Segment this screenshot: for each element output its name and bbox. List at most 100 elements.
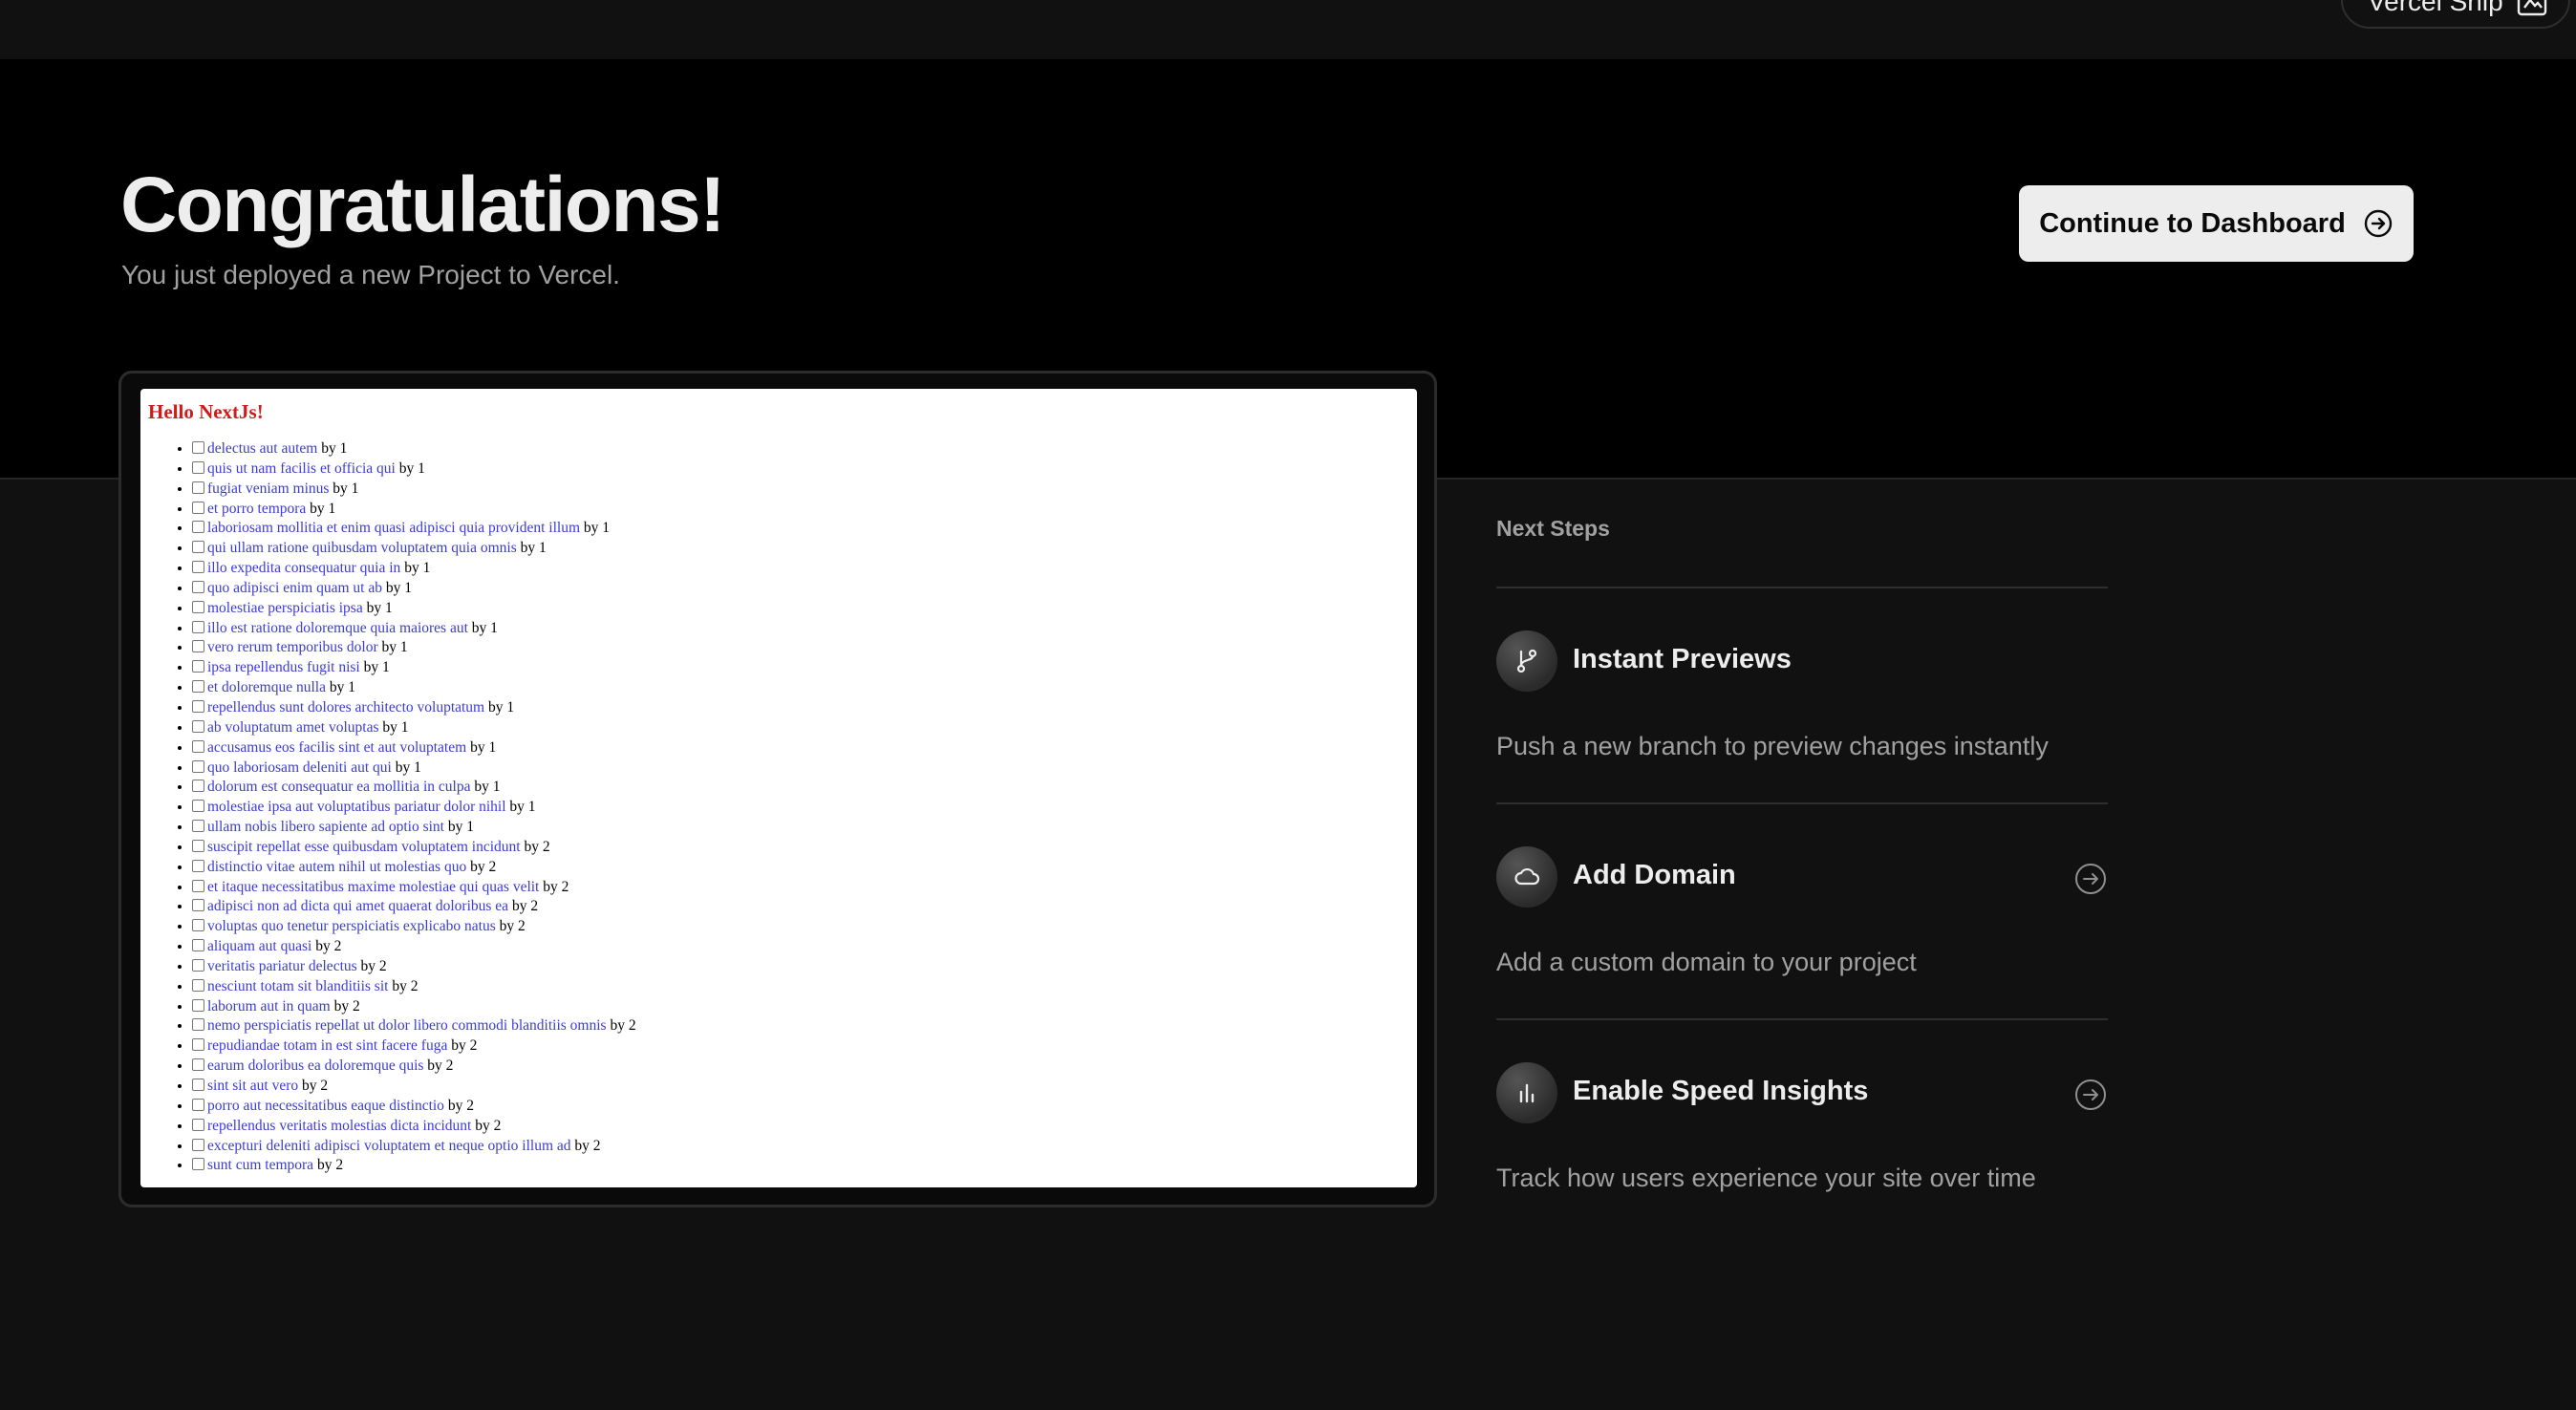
preview-item-link[interactable]: earum doloribus ea doloremque quis <box>207 1058 423 1074</box>
preview-checkbox[interactable] <box>192 460 204 474</box>
preview-checkbox[interactable] <box>192 739 204 753</box>
preview-list-item: suscipit repellat esse quibusdam volupta… <box>192 838 1407 858</box>
preview-item-link[interactable]: nemo perspiciatis repellat ut dolor libe… <box>207 1017 607 1034</box>
preview-item-link[interactable]: illo est ratione doloremque quia maiores… <box>207 620 468 636</box>
continue-to-dashboard-button[interactable]: Continue to Dashboard <box>2019 185 2414 262</box>
preview-item-link[interactable]: molestiae perspiciatis ipsa <box>207 600 363 616</box>
preview-checkbox[interactable] <box>192 939 204 952</box>
preview-item-link[interactable]: excepturi deleniti adipisci voluptatem e… <box>207 1138 571 1154</box>
preview-checkbox[interactable] <box>192 541 204 554</box>
preview-checkbox[interactable] <box>192 441 204 454</box>
preview-checkbox[interactable] <box>192 859 204 872</box>
preview-checkbox[interactable] <box>192 978 204 992</box>
preview-item-link[interactable]: dolorum est consequatur ea mollitia in c… <box>207 779 470 795</box>
preview-item-link[interactable]: ullam nobis libero sapiente ad optio sin… <box>207 819 444 835</box>
preview-checkbox[interactable] <box>192 958 204 972</box>
vercel-ship-label: Vercel Ship <box>2368 0 2503 16</box>
preview-item-link[interactable]: suscipit repellat esse quibusdam volupta… <box>207 839 521 855</box>
preview-checkbox[interactable] <box>192 1018 204 1032</box>
preview-checkbox[interactable] <box>192 879 204 892</box>
preview-item-author: by 1 <box>470 738 497 756</box>
preview-list-item: sunt cum tempora by 2 <box>192 1156 1407 1176</box>
preview-item-author: by 1 <box>363 659 390 676</box>
preview-checkbox[interactable] <box>192 919 204 932</box>
preview-item-author: by 2 <box>610 1017 636 1035</box>
preview-checkbox[interactable] <box>192 998 204 1012</box>
arrow-right-circle-icon[interactable] <box>2073 1078 2108 1112</box>
preview-item-link[interactable]: aliquam aut quasi <box>207 938 311 954</box>
preview-item-link[interactable]: vero rerum temporibus dolor <box>207 639 378 655</box>
preview-item-link[interactable]: et doloremque nulla <box>207 679 326 695</box>
preview-item-link[interactable]: accusamus eos facilis sint et aut volupt… <box>207 739 466 756</box>
preview-item-link[interactable]: repellendus sunt dolores architecto volu… <box>207 699 484 716</box>
preview-checkbox[interactable] <box>192 1158 204 1171</box>
preview-item-author: by 2 <box>543 878 569 895</box>
preview-checkbox[interactable] <box>192 780 204 793</box>
preview-item-link[interactable]: molestiae ipsa aut voluptatibus pariatur… <box>207 799 506 815</box>
preview-item-author: by 1 <box>447 819 474 836</box>
preview-checkbox[interactable] <box>192 1138 204 1151</box>
preview-item-link[interactable]: voluptas quo tenetur perspiciatis explic… <box>207 918 496 934</box>
preview-checkbox[interactable] <box>192 820 204 833</box>
preview-item-link[interactable]: porro aut necessitatibus eaque distincti… <box>207 1098 444 1114</box>
preview-item-author: by 1 <box>583 520 611 537</box>
preview-item-link[interactable]: et itaque necessitatibus maxime molestia… <box>207 879 539 895</box>
next-step-speed-insights[interactable]: Enable Speed Insights Track how users ex… <box>1496 1018 2108 1234</box>
preview-checkbox[interactable] <box>192 580 204 593</box>
preview-list-item: fugiat veniam minus by 1 <box>192 480 1407 500</box>
preview-checkbox[interactable] <box>192 800 204 813</box>
preview-checkbox[interactable] <box>192 759 204 773</box>
preview-checkbox[interactable] <box>192 839 204 852</box>
preview-item-author: by 2 <box>392 977 419 994</box>
preview-item-link[interactable]: nesciunt totam sit blanditiis sit <box>207 978 388 994</box>
next-step-add-domain[interactable]: Add Domain Add a custom domain to your p… <box>1496 802 2108 1018</box>
preview-item-link[interactable]: illo expedita consequatur quia in <box>207 560 400 576</box>
preview-item-link[interactable]: veritatis pariatur delectus <box>207 958 357 974</box>
preview-checkbox[interactable] <box>192 1058 204 1072</box>
preview-checkbox[interactable] <box>192 1079 204 1091</box>
preview-item-link[interactable]: sint sit aut vero <box>207 1078 298 1094</box>
preview-item-link[interactable]: qui ullam ratione quibusdam voluptatem q… <box>207 540 517 556</box>
page-title: Congratulations! <box>120 161 725 248</box>
preview-item-link[interactable]: ipsa repellendus fugit nisi <box>207 659 360 675</box>
preview-checkbox[interactable] <box>192 501 204 514</box>
preview-checkbox[interactable] <box>192 521 204 534</box>
preview-item-author: by 2 <box>302 1078 329 1094</box>
arrow-right-circle-icon <box>2364 209 2392 238</box>
preview-checkbox[interactable] <box>192 1118 204 1131</box>
preview-checkbox[interactable] <box>192 1098 204 1111</box>
preview-item-link[interactable]: adipisci non ad dicta qui amet quaerat d… <box>207 898 508 914</box>
preview-item-link[interactable]: ab voluptatum amet voluptas <box>207 719 379 736</box>
preview-checkbox[interactable] <box>192 600 204 613</box>
preview-checkbox[interactable] <box>192 719 204 733</box>
preview-item-link[interactable]: et porro tempora <box>207 501 306 517</box>
next-step-instant-previews[interactable]: Instant Previews Push a new branch to pr… <box>1496 587 2108 802</box>
preview-item-link[interactable]: sunt cum tempora <box>207 1157 313 1173</box>
preview-checkbox[interactable] <box>192 660 204 673</box>
preview-item-link[interactable]: laboriosam mollitia et enim quasi adipis… <box>207 520 580 536</box>
preview-checkbox[interactable] <box>192 481 204 494</box>
preview-item-author: by 1 <box>398 459 425 477</box>
preview-checkbox[interactable] <box>192 899 204 912</box>
preview-item-link[interactable]: delectus aut autem <box>207 440 317 457</box>
preview-checkbox[interactable] <box>192 640 204 653</box>
preview-list-item: aliquam aut quasi by 2 <box>192 937 1407 957</box>
vercel-ship-button[interactable]: Vercel Ship <box>2341 0 2570 29</box>
preview-checkbox[interactable] <box>192 680 204 694</box>
preview-item-link[interactable]: fugiat veniam minus <box>207 481 329 497</box>
arrow-right-circle-icon[interactable] <box>2073 862 2108 896</box>
preview-checkbox[interactable] <box>192 620 204 633</box>
preview-item-link[interactable]: repellendus veritatis molestias dicta in… <box>207 1118 471 1134</box>
preview-item-author: by 1 <box>471 619 498 636</box>
preview-item-author: by 1 <box>404 560 431 577</box>
preview-checkbox[interactable] <box>192 699 204 713</box>
preview-item-link[interactable]: quo adipisci enim quam ut ab <box>207 580 382 596</box>
preview-item-link[interactable]: quis ut nam facilis et officia qui <box>207 460 396 477</box>
preview-item-link[interactable]: distinctio vitae autem nihil ut molestia… <box>207 859 466 875</box>
preview-item-link[interactable]: laborum aut in quam <box>207 998 331 1015</box>
preview-item-link[interactable]: repudiandae totam in est sint facere fug… <box>207 1037 447 1054</box>
preview-checkbox[interactable] <box>192 561 204 574</box>
preview-checkbox[interactable] <box>192 1038 204 1052</box>
deployment-preview[interactable]: Hello NextJs! delectus aut autem by 1qui… <box>118 371 1437 1207</box>
preview-item-link[interactable]: quo laboriosam deleniti aut qui <box>207 759 392 776</box>
